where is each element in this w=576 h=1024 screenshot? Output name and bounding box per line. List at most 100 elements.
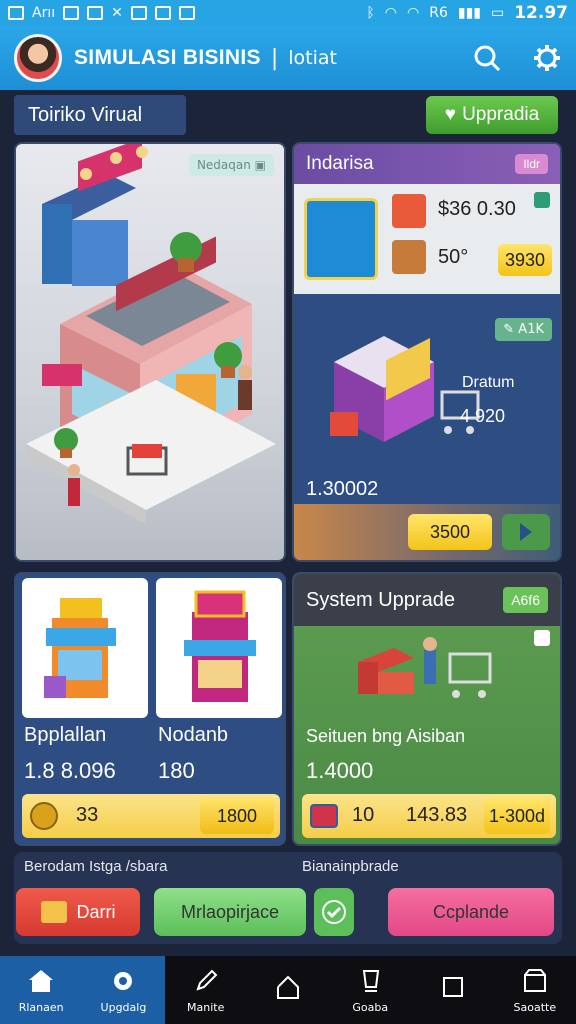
store-icon [523,968,546,992]
notification-icon [130,6,147,20]
notification-icon [178,6,195,20]
play-button[interactable] [502,514,550,550]
system-header: System Upprade A6f6 [294,574,560,626]
count-button[interactable]: 3930 [498,244,552,276]
pencil-icon [196,969,218,991]
store-item-1[interactable] [22,578,148,718]
store-item-2-value: 180 [158,758,195,783]
industry-chip[interactable]: Ildr [515,154,548,174]
system-desc: Seituen bng Aisiban [306,726,466,746]
house-outline-icon [276,975,299,999]
check-icon [322,900,346,924]
app-subtitle: lotiat [288,47,337,69]
signal-icon: ▮▮▮ [457,5,481,21]
bottom-nav: Rlanaen Upgdalg Manite Goaba Saoatte [0,956,576,1024]
wifi-icon: ◠ [407,5,420,21]
system-value: 1.4000 [306,758,374,783]
industry-header: Indarisa Ildr [294,144,560,184]
system-chip[interactable]: A6f6 [503,587,548,613]
nav-label: Rlanaen [18,1000,64,1014]
industry-price: $36 0.30 [438,198,516,220]
market-stall-icon [44,598,116,698]
avatar[interactable] [14,34,62,82]
industry-count: 50° [438,246,469,268]
nav-item-house[interactable] [247,956,329,1024]
tools-icon: ✕ [111,5,123,21]
notification-icon [63,6,80,20]
status-bar: Arıı ✕ ᛒ ◠ ◠ R6 ▮▮▮ ▭ 12.97 [0,0,576,26]
gear-icon[interactable] [532,43,562,73]
nav-label: Goaba [352,1000,389,1014]
upgrade-label: Uppradia [462,104,540,125]
right-panel-label: Bianainpbrade [302,858,399,875]
system-row: 10 143.83 1-300d [302,794,556,838]
settings-icon[interactable] [534,192,550,208]
industry-card[interactable]: Indarisa Ildr $36 0.30 50° 3930 ✎ A1K Dr… [292,142,562,562]
bag-icon [40,901,67,923]
app-bar: SIMULASI BISINIS | lotiat [0,26,576,90]
notification-icon [87,6,104,20]
carrier-label: Arıı [32,5,56,21]
coin-row: 33 1800 [22,794,280,838]
system-count: 10 [352,804,375,826]
home-icon [29,969,54,992]
dark-button[interactable]: Darri [16,888,140,936]
nav-label: Upgdalg [100,1000,147,1014]
upgrade-button[interactable]: ♥ Uppradia [426,96,558,134]
cart-illustration [358,637,492,698]
industry-tag[interactable]: ✎ A1K [495,318,552,341]
gear-icon [114,971,133,990]
play-icon [520,523,532,541]
industry-total: 1.30002 [306,478,379,500]
industry-tag-label: A1K [518,322,544,337]
goods-icon [392,194,426,228]
wifi-icon: ◠ [384,5,397,21]
system-settings-icon[interactable] [534,630,550,646]
network-label: R6 [429,5,448,21]
industry-title: Indarisa [306,153,374,174]
store-cards-panel: Bpplallan Nodanb 1.8 8.096 180 33 1800 [14,572,286,846]
shop-card[interactable]: Nedaqan ▣ [14,142,286,562]
system-upgrade-card[interactable]: System Upprade A6f6 Seituen bng Aisiban … [292,572,562,846]
buy-button[interactable]: 3500 [408,514,492,550]
coin-value: 33 [76,804,99,826]
notification-icon [154,6,171,20]
nav-item-manage[interactable]: Manite [165,956,247,1024]
nav-item-store[interactable]: Saoatte [494,956,576,1024]
vending-illustration [330,336,480,442]
item-value: 4 920 [460,406,506,426]
store-item-1-name: Bpplallan [24,724,107,746]
left-panel-label: Berodam Istga /sbara [24,858,168,875]
square-icon [442,977,463,997]
confirm-button[interactable] [314,888,354,936]
nav-label: Manite [187,1000,225,1014]
section-title: Toiriko Virual [14,95,186,135]
cup-icon [363,969,380,992]
coin-button[interactable]: 1800 [200,798,274,834]
bluetooth-icon: ᛒ [366,5,375,21]
shop-illustration [26,144,276,524]
system-button[interactable]: 1-300d [484,798,550,834]
nav-label: Saoatte [513,1000,557,1014]
coin-icon [30,802,58,830]
nav-item-square[interactable] [411,956,493,1024]
complete-button[interactable]: Ccplande [388,888,554,936]
heart-icon: ♥ [444,104,457,125]
product-icon [304,198,378,280]
nav-item-goals[interactable]: Goaba [329,956,411,1024]
dark-button-label: Darri [76,901,116,922]
store-item-2-name: Nodanb [158,724,229,746]
store-item-1-value: 1.8 8.096 [24,758,116,783]
store-item-2[interactable] [156,578,282,718]
nav-item-upgrade[interactable]: Upgdalg [82,956,165,1024]
clock: 12.97 [514,3,568,23]
shop-kiosk-icon [184,590,256,702]
marketplace-button[interactable]: Mrlaopirjace [154,888,306,936]
system-title: System Upprade [306,588,455,611]
item-name: Dratum [462,374,515,391]
nav-item-home[interactable]: Rlanaen [0,956,83,1024]
search-icon[interactable] [472,43,502,73]
app-title: SIMULASI BISINIS [74,46,261,69]
industry-summary: $36 0.30 50° 3930 [294,184,560,294]
system-amount: 143.83 [406,804,468,826]
